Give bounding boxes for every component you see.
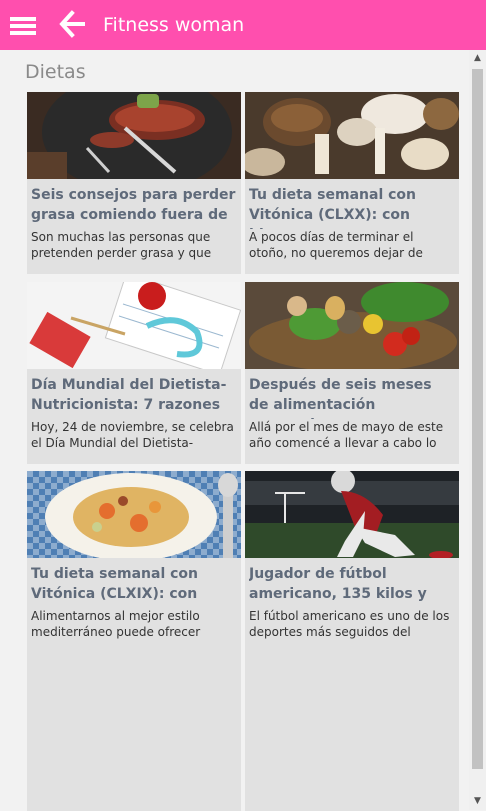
- app-header: Fitness woman: [0, 0, 486, 50]
- section-title: Dietas: [25, 61, 86, 83]
- article-card[interactable]: Día Mundial del Dietista-Nutricionista: …: [27, 282, 241, 464]
- article-title[interactable]: Tu dieta semanal con Vitónica (CLXX): co…: [249, 185, 455, 229]
- scroll-thumb[interactable]: [472, 69, 483, 769]
- article-image-mushrooms: [245, 92, 459, 179]
- vertical-scrollbar[interactable]: ▲ ▼: [469, 50, 486, 810]
- scroll-up-arrow-icon[interactable]: ▲: [469, 50, 486, 67]
- menu-line: [10, 24, 36, 28]
- article-card[interactable]: Después de seis meses de alimentación ve…: [245, 282, 459, 464]
- article-card[interactable]: Tu dieta semanal con Vitónica (CLXIX): c…: [27, 471, 241, 811]
- hamburger-menu-icon[interactable]: [10, 15, 38, 37]
- article-excerpt: El fútbol americano es uno de los deport…: [249, 609, 450, 639]
- menu-line: [10, 31, 36, 35]
- back-arrow-icon[interactable]: [58, 10, 88, 38]
- article-image-football: [245, 471, 459, 558]
- article-image-soup: [27, 471, 241, 558]
- article-card[interactable]: Jugador de fútbol americano, 135 kilos y…: [245, 471, 459, 811]
- article-card[interactable]: Seis consejos para perder grasa comiendo…: [27, 92, 241, 274]
- article-excerpt: A pocos días de terminar el otoño, no qu…: [249, 230, 423, 260]
- menu-line: [10, 17, 36, 21]
- article-image-steak: [27, 92, 241, 179]
- article-title[interactable]: Jugador de fútbol americano, 135 kilos y: [249, 564, 455, 608]
- article-title[interactable]: Después de seis meses de alimentación ve…: [249, 375, 455, 419]
- article-title[interactable]: Seis consejos para perder grasa comiendo…: [31, 185, 237, 229]
- article-title[interactable]: Día Mundial del Dietista-Nutricionista: …: [31, 375, 237, 419]
- scroll-down-arrow-icon[interactable]: ▼: [469, 793, 486, 810]
- article-excerpt: Allá por el mes de mayo de este año come…: [249, 420, 444, 450]
- article-title[interactable]: Tu dieta semanal con Vitónica (CLXIX): c…: [31, 564, 237, 608]
- article-excerpt: Son muchas las personas que pretenden pe…: [31, 230, 212, 260]
- article-image-tomato-tape: [27, 282, 241, 369]
- article-image-vegetables: [245, 282, 459, 369]
- app-title: Fitness woman: [103, 14, 245, 36]
- article-excerpt: Alimentarnos al mejor estilo mediterráne…: [31, 609, 201, 639]
- article-excerpt: Hoy, 24 de noviembre, se celebra el Día …: [31, 420, 234, 450]
- article-card[interactable]: Tu dieta semanal con Vitónica (CLXX): co…: [245, 92, 459, 274]
